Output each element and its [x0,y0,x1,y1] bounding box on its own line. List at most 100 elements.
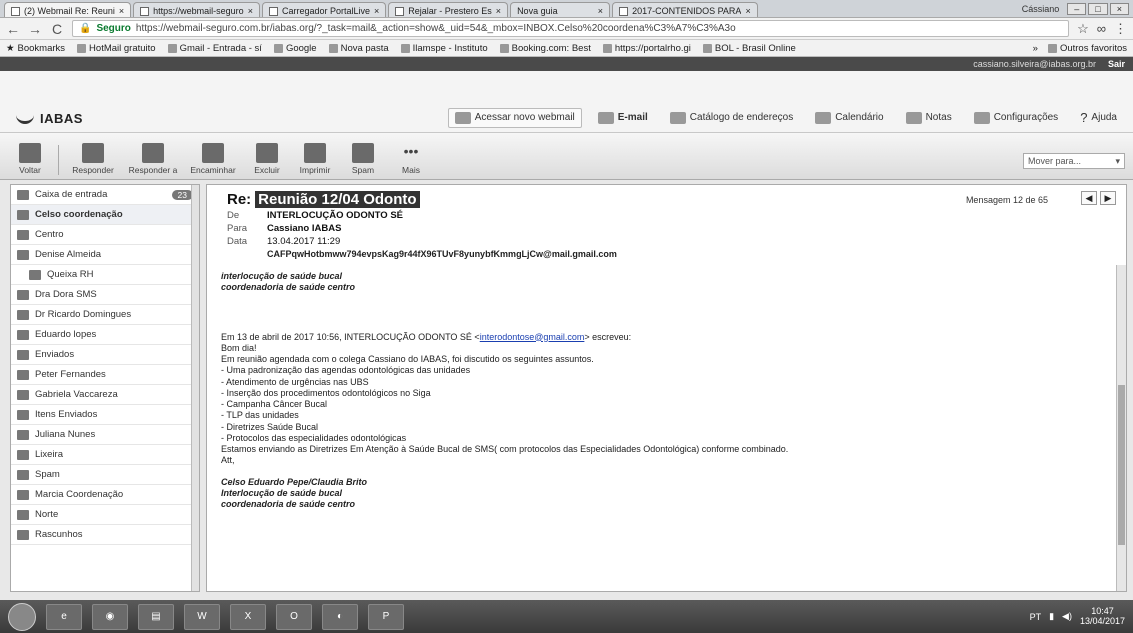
previous-message-button[interactable]: ◀ [1081,191,1097,205]
signature-line: interlocução de saúde bucal [221,271,343,281]
forward-arrow-icon[interactable]: → [28,21,42,37]
bookmarks-overflow-icon[interactable]: » [1033,43,1038,54]
app-icon[interactable]: ◐ [322,603,358,630]
reply-button[interactable]: Responder [65,143,121,175]
volume-icon[interactable]: ◀) [1062,611,1072,622]
browser-tab[interactable]: Carregador PortalLive × [261,2,387,17]
folder-scrollbar[interactable] [191,185,199,591]
folder-item[interactable]: Eduardo lopes [11,325,199,345]
next-message-button[interactable]: ▶ [1100,191,1116,205]
signature-line: coordenadoria de saúde centro [221,499,356,509]
bookmark-item[interactable]: Google [273,43,317,54]
browser-tab[interactable]: 2017-CONTENIDOS PARA × [612,2,758,17]
reply-all-button[interactable]: Responder a [125,143,181,175]
close-window-button[interactable]: × [1109,2,1129,15]
folder-item[interactable]: Itens Enviados [11,405,199,425]
nav-settings[interactable]: Configurações [968,109,1064,127]
bookmark-icon [602,43,612,53]
folder-item[interactable]: Dr Ricardo Domingues [11,305,199,325]
folder-item[interactable]: Enviados [11,345,199,365]
folder-item[interactable]: Denise Almeida [11,245,199,265]
close-icon[interactable]: × [598,6,603,16]
outlook-icon[interactable]: O [276,603,312,630]
bookmark-icon [400,43,410,53]
bookmark-item[interactable]: HotMail gratuito [77,43,156,54]
bookmark-item[interactable]: BOL - Brasil Online [702,43,796,54]
star-icon[interactable]: ☆ [1077,21,1089,37]
folder-item[interactable]: Spam [11,465,199,485]
calendar-icon [815,111,832,124]
folder-item[interactable]: Juliana Nunes [11,425,199,445]
bookmark-item[interactable]: Ilamspe - Instituto [400,43,488,54]
nav-email[interactable]: E-mail [592,109,654,127]
folder-item[interactable]: Gabriela Vaccareza [11,385,199,405]
start-button[interactable] [8,602,36,631]
move-to-select[interactable]: Mover para... ▾ [1023,153,1125,169]
file-explorer-icon[interactable]: ▤ [138,603,174,630]
bookmark-item[interactable]: Gmail - Entrada - sí [167,43,262,54]
extension-icon[interactable]: ∞ [1097,21,1106,37]
folder-item[interactable]: Peter Fernandes [11,365,199,385]
nav-contacts[interactable]: Catálogo de endereços [664,109,799,127]
quoted-email-link[interactable]: interodontose@gmail.com [480,332,585,342]
nav-help[interactable]: ? Ajuda [1074,107,1123,128]
bookmark-icon [499,43,509,53]
network-icon[interactable]: ▮ [1049,611,1054,622]
nav-new-webmail[interactable]: Acessar novo webmail [447,107,582,128]
browser-tab[interactable]: https://webmail-seguro × [133,2,260,17]
print-button[interactable]: Imprimir [293,143,337,175]
header-date: Data 13.04.2017 11:29 [227,236,341,247]
maximize-button[interactable]: □ [1088,2,1108,15]
close-icon[interactable]: × [496,6,501,16]
internet-explorer-icon[interactable]: e [46,603,82,630]
close-icon[interactable]: × [119,6,124,16]
browser-tab[interactable]: Rejalar - Prestero Es × [388,2,509,17]
bookmark-item[interactable]: ★ Bookmarks [6,43,65,54]
quoted-line: - Uma padronização das agendas odontológ… [221,365,471,376]
language-indicator[interactable]: PT [1030,612,1042,622]
message-header: Re: Reunião 12/04 Odonto De INTERLOCUÇÃO … [207,185,1126,263]
folder-item[interactable]: Lixeira [11,445,199,465]
browser-tab[interactable]: (2) Webmail Re: Reuni × [4,2,132,17]
clock[interactable]: 10:47 13/04/2017 [1080,606,1125,627]
close-icon[interactable]: × [745,6,750,16]
folder-item[interactable]: Norte [11,505,199,525]
powerpoint-icon[interactable]: P [368,603,404,630]
bookmark-item[interactable]: https://portalrho.gi [602,43,691,54]
tab-title: Carregador PortalLive [281,6,370,16]
more-button[interactable]: ••• Mais [389,143,433,175]
favicon-icon [395,6,405,16]
nav-notes[interactable]: Notas [900,109,958,127]
nav-calendar[interactable]: Calendário [809,109,889,127]
delete-button[interactable]: Excluir [245,143,289,175]
back-arrow-icon[interactable]: ← [6,21,20,37]
folder-item[interactable]: Rascunhos [11,525,199,545]
message-scrollbar[interactable] [1116,265,1126,591]
minimize-button[interactable]: – [1067,2,1087,15]
other-bookmarks[interactable]: Outros favoritos [1047,43,1127,54]
folder-item[interactable]: Celso coordenação [11,205,199,225]
folder-item[interactable]: Queixa RH [11,265,199,285]
folder-item[interactable]: Centro [11,225,199,245]
scrollbar-thumb[interactable] [1118,385,1125,545]
spam-button[interactable]: Spam [341,143,385,175]
word-icon[interactable]: W [184,603,220,630]
logout-link[interactable]: Sair [1108,59,1125,69]
forward-button[interactable]: Encaminhar [185,143,241,175]
browser-tab[interactable]: Nova guia × [510,2,611,17]
chrome-icon[interactable]: ◉ [92,603,128,630]
folder-item[interactable]: Dra Dora SMS [11,285,199,305]
bookmark-item[interactable]: Booking.com: Best [499,43,591,54]
url-field[interactable]: 🔒 Seguro https://webmail-seguro.com.br/i… [72,20,1070,37]
folder-item[interactable]: Caixa de entrada 23 [11,185,199,205]
close-icon[interactable]: × [248,6,253,16]
reload-icon[interactable]: C [50,21,64,37]
back-button[interactable]: Voltar [8,143,52,175]
favicon-icon [11,6,20,16]
menu-icon[interactable]: ⋮ [1114,21,1127,37]
folder-item[interactable]: Marcia Coordenação [11,485,199,505]
folder-icon [17,289,29,300]
excel-icon[interactable]: X [230,603,266,630]
bookmark-item[interactable]: Nova pasta [328,43,389,54]
close-icon[interactable]: × [374,6,379,16]
